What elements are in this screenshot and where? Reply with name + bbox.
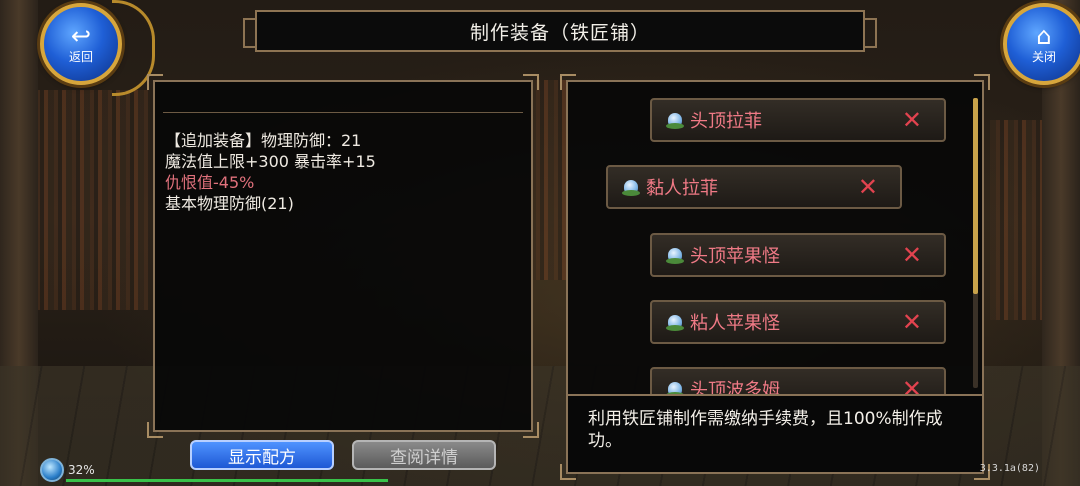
view-details-label: 查阅详情 [390, 447, 458, 468]
progress-bar [66, 479, 388, 482]
back-button-label: 返回 [68, 49, 93, 64]
bookshelf [30, 90, 150, 310]
fee-note: 利用铁匠铺制作需缴纳手续费，且100%制作成功。 [568, 394, 982, 472]
close-icon[interactable]: ✕ [902, 308, 922, 336]
material-name: 黏人拉菲 [646, 178, 718, 199]
material-list[interactable]: 头顶拉菲 ✕ 黏人拉菲 ✕ 头顶苹果怪 ✕ 粘人苹果怪 ✕ 头顶波多姆 ✕ [568, 82, 968, 396]
back-button[interactable]: ↩ 返回 [40, 3, 122, 85]
globe-icon [40, 458, 64, 482]
material-name: 头顶拉菲 [690, 111, 762, 132]
close-icon[interactable]: ✕ [858, 173, 878, 201]
creature-icon [666, 246, 684, 264]
close-button-label: 关闭 [1031, 49, 1056, 64]
list-item[interactable]: 头顶拉菲 ✕ [650, 98, 946, 142]
close-icon[interactable]: ✕ [902, 375, 922, 396]
stat-line: 【追加装备】物理防御：21 [165, 131, 362, 150]
close-button[interactable]: ⌂ 关闭 [1003, 3, 1080, 85]
bookshelf [530, 80, 570, 280]
material-name: 头顶波多姆 [690, 380, 780, 396]
list-item[interactable]: 黏人拉菲 ✕ [606, 165, 902, 209]
fee-note-text: 利用铁匠铺制作需缴纳手续费，且100%制作成功。 [588, 409, 943, 451]
frame-corner [974, 74, 990, 90]
equipment-info-panel: 【追加装备】物理防御：21 魔法值上限+300 暴击率+15 仇恨值-45% 基… [147, 74, 539, 438]
frame-corner [523, 74, 539, 90]
list-item[interactable]: 头顶苹果怪 ✕ [650, 233, 946, 277]
creature-icon [622, 178, 640, 196]
equipment-stats: 【追加装备】物理防御：21 魔法值上限+300 暴击率+15 仇恨值-45% 基… [165, 130, 376, 214]
scrollbar-thumb[interactable] [973, 98, 978, 294]
page-title-text: 制作装备（铁匠铺） [469, 21, 650, 44]
close-icon[interactable]: ✕ [902, 241, 922, 269]
page-title: 制作装备（铁匠铺） [243, 10, 877, 52]
status-percent: 32% [68, 463, 95, 477]
stat-line: 魔法值上限+300 暴击率+15 [165, 152, 376, 171]
version-label: 3.3.1a(82) [979, 463, 1040, 474]
material-name: 粘人苹果怪 [690, 313, 780, 334]
creature-icon [666, 313, 684, 331]
view-details-button[interactable]: 查阅详情 [352, 440, 496, 470]
material-name: 头顶苹果怪 [690, 246, 780, 267]
stat-line: 基本物理防御(21) [165, 194, 294, 213]
close-icon[interactable]: ✕ [902, 106, 922, 134]
list-item[interactable]: 头顶波多姆 ✕ [650, 367, 946, 396]
stat-line-penalty: 仇恨值-45% [165, 173, 255, 192]
frame-corner [147, 74, 163, 90]
show-recipe-label: 显示配方 [228, 447, 296, 468]
frame-corner [523, 422, 539, 438]
home-icon: ⌂ [1036, 21, 1052, 50]
materials-panel: 头顶拉菲 ✕ 黏人拉菲 ✕ 头顶苹果怪 ✕ 粘人苹果怪 ✕ 头顶波多姆 ✕ 利用… [560, 74, 990, 480]
show-recipe-button[interactable]: 显示配方 [190, 440, 334, 470]
back-arrow-icon: ↩ [70, 21, 92, 50]
frame-corner [147, 422, 163, 438]
list-item[interactable]: 粘人苹果怪 ✕ [650, 300, 946, 344]
panel-divider [163, 112, 523, 113]
creature-icon [666, 111, 684, 129]
